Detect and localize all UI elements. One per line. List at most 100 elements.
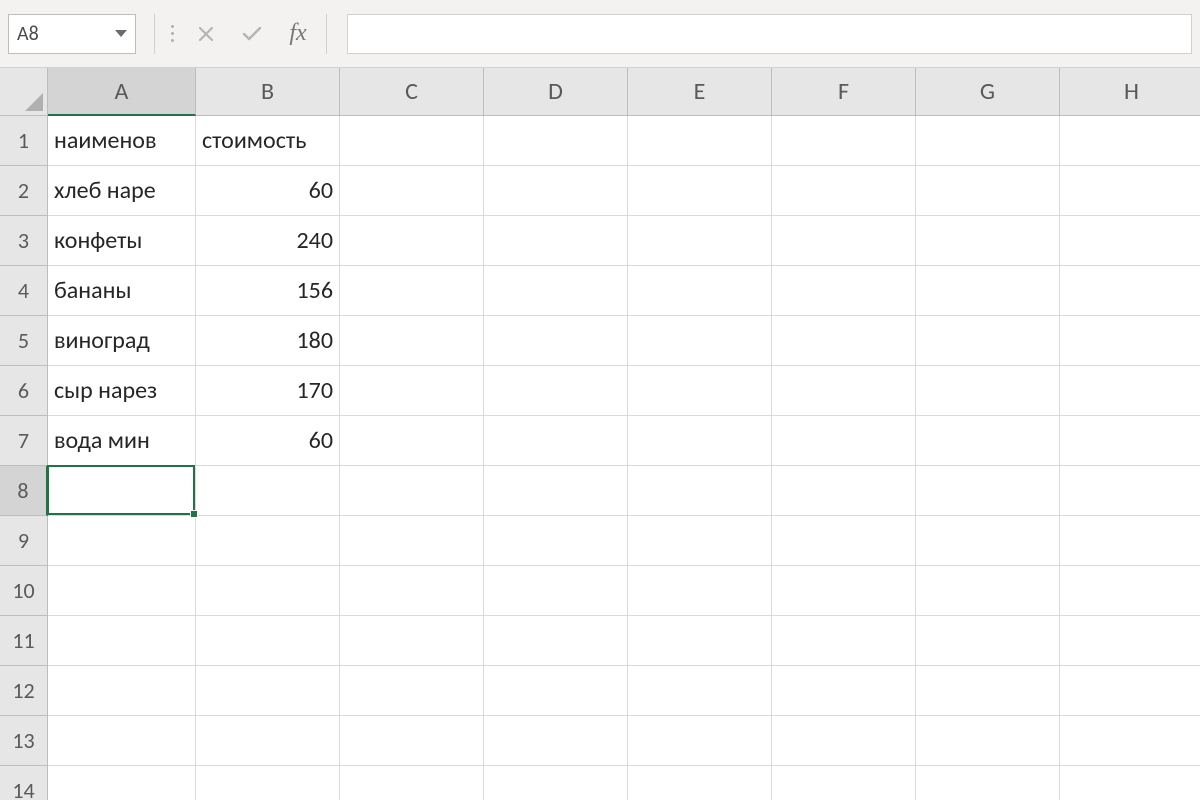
row-header-12[interactable]: 12 [0, 666, 48, 716]
cell-G5[interactable] [916, 316, 1060, 366]
cell-E12[interactable] [628, 666, 772, 716]
cell-B1[interactable]: стоимость [196, 116, 340, 166]
row-header-2[interactable]: 2 [0, 166, 48, 216]
spreadsheet-grid[interactable]: ABCDEFGH 1234567891011121314 наименовсто… [0, 68, 1200, 800]
cell-F12[interactable] [772, 666, 916, 716]
cell-G7[interactable] [916, 416, 1060, 466]
column-header-F[interactable]: F [772, 68, 916, 116]
cell-G6[interactable] [916, 366, 1060, 416]
cell-A7[interactable]: вода мин [48, 416, 196, 466]
row-header-4[interactable]: 4 [0, 266, 48, 316]
cell-F6[interactable] [772, 366, 916, 416]
row-header-10[interactable]: 10 [0, 566, 48, 616]
cell-C4[interactable] [340, 266, 484, 316]
cell-H5[interactable] [1060, 316, 1200, 366]
drag-handle-icon[interactable] [171, 25, 174, 42]
column-header-E[interactable]: E [628, 68, 772, 116]
row-header-7[interactable]: 7 [0, 416, 48, 466]
column-header-C[interactable]: C [340, 68, 484, 116]
cell-E3[interactable] [628, 216, 772, 266]
cell-G14[interactable] [916, 766, 1060, 800]
cell-G11[interactable] [916, 616, 1060, 666]
row-header-3[interactable]: 3 [0, 216, 48, 266]
cell-H14[interactable] [1060, 766, 1200, 800]
row-header-13[interactable]: 13 [0, 716, 48, 766]
cell-D6[interactable] [484, 366, 628, 416]
cell-C3[interactable] [340, 216, 484, 266]
cell-E6[interactable] [628, 366, 772, 416]
cell-E11[interactable] [628, 616, 772, 666]
cell-E5[interactable] [628, 316, 772, 366]
cell-E9[interactable] [628, 516, 772, 566]
cell-C8[interactable] [340, 466, 484, 516]
cell-D7[interactable] [484, 416, 628, 466]
cell-G3[interactable] [916, 216, 1060, 266]
cell-H7[interactable] [1060, 416, 1200, 466]
cell-A6[interactable]: сыр нарез [48, 366, 196, 416]
cell-D9[interactable] [484, 516, 628, 566]
cell-D13[interactable] [484, 716, 628, 766]
row-header-11[interactable]: 11 [0, 616, 48, 666]
cell-H4[interactable] [1060, 266, 1200, 316]
formula-input[interactable] [347, 14, 1192, 54]
cell-C5[interactable] [340, 316, 484, 366]
cell-H11[interactable] [1060, 616, 1200, 666]
cell-B10[interactable] [196, 566, 340, 616]
cell-D1[interactable] [484, 116, 628, 166]
cell-A8[interactable] [48, 466, 196, 516]
cell-D8[interactable] [484, 466, 628, 516]
row-header-5[interactable]: 5 [0, 316, 48, 366]
cell-A13[interactable] [48, 716, 196, 766]
cell-B14[interactable] [196, 766, 340, 800]
cell-C11[interactable] [340, 616, 484, 666]
cell-C6[interactable] [340, 366, 484, 416]
cell-C9[interactable] [340, 516, 484, 566]
cell-C14[interactable] [340, 766, 484, 800]
cell-B3[interactable]: 240 [196, 216, 340, 266]
cell-G10[interactable] [916, 566, 1060, 616]
cell-A9[interactable] [48, 516, 196, 566]
cell-C10[interactable] [340, 566, 484, 616]
cell-D11[interactable] [484, 616, 628, 666]
cell-A14[interactable] [48, 766, 196, 800]
row-header-8[interactable]: 8 [0, 466, 48, 516]
cell-E14[interactable] [628, 766, 772, 800]
cell-F10[interactable] [772, 566, 916, 616]
cell-G9[interactable] [916, 516, 1060, 566]
cell-G4[interactable] [916, 266, 1060, 316]
row-header-1[interactable]: 1 [0, 116, 48, 166]
row-header-6[interactable]: 6 [0, 366, 48, 416]
cell-B13[interactable] [196, 716, 340, 766]
column-header-H[interactable]: H [1060, 68, 1200, 116]
cell-G2[interactable] [916, 166, 1060, 216]
cell-H10[interactable] [1060, 566, 1200, 616]
cell-C1[interactable] [340, 116, 484, 166]
column-header-A[interactable]: A [48, 68, 196, 116]
cell-B8[interactable] [196, 466, 340, 516]
cell-G12[interactable] [916, 666, 1060, 716]
cell-F9[interactable] [772, 516, 916, 566]
cell-F14[interactable] [772, 766, 916, 800]
cell-F8[interactable] [772, 466, 916, 516]
cell-C12[interactable] [340, 666, 484, 716]
cell-F7[interactable] [772, 416, 916, 466]
column-header-G[interactable]: G [916, 68, 1060, 116]
cell-F5[interactable] [772, 316, 916, 366]
cell-H6[interactable] [1060, 366, 1200, 416]
cell-D5[interactable] [484, 316, 628, 366]
cell-E1[interactable] [628, 116, 772, 166]
cell-B6[interactable]: 170 [196, 366, 340, 416]
name-box[interactable]: A8 [8, 14, 136, 54]
column-header-D[interactable]: D [484, 68, 628, 116]
cell-H8[interactable] [1060, 466, 1200, 516]
cell-H12[interactable] [1060, 666, 1200, 716]
cell-D2[interactable] [484, 166, 628, 216]
cell-D12[interactable] [484, 666, 628, 716]
cell-H9[interactable] [1060, 516, 1200, 566]
cell-F13[interactable] [772, 716, 916, 766]
cell-E4[interactable] [628, 266, 772, 316]
cell-B12[interactable] [196, 666, 340, 716]
cell-H13[interactable] [1060, 716, 1200, 766]
row-header-9[interactable]: 9 [0, 516, 48, 566]
cell-B7[interactable]: 60 [196, 416, 340, 466]
